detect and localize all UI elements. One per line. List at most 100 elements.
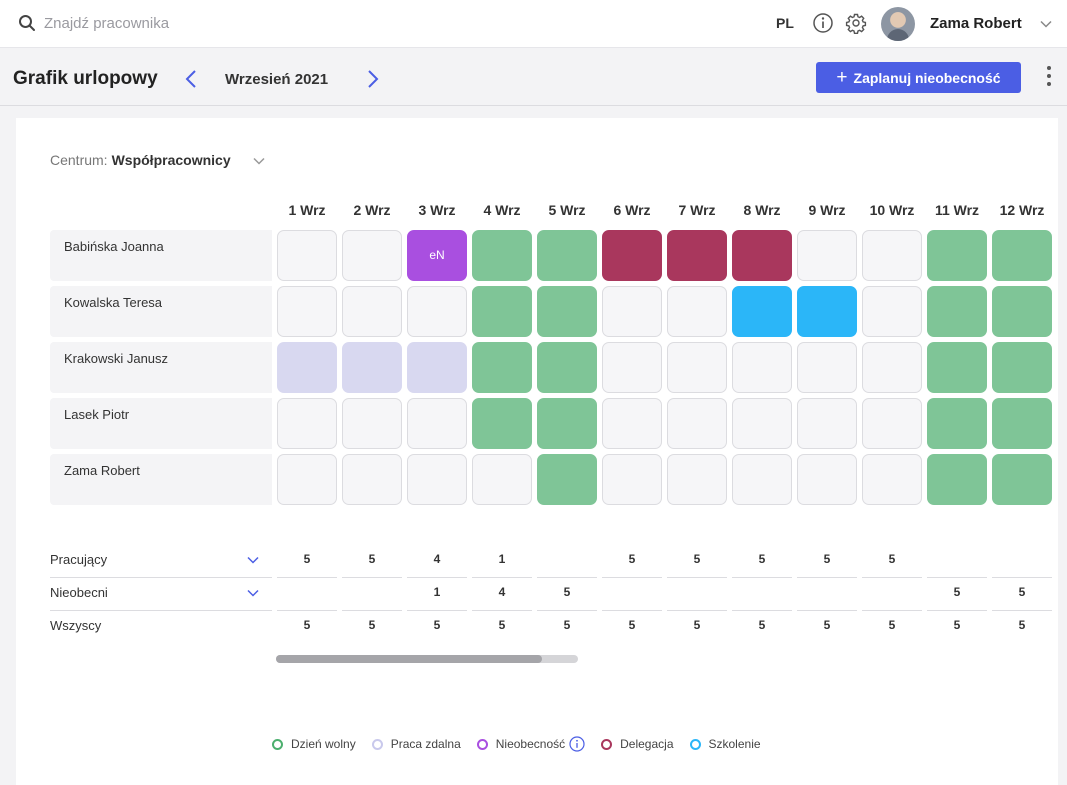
cell-divider <box>862 610 922 611</box>
schedule-cell[interactable] <box>407 342 467 393</box>
day-header: 9 Wrz <box>808 202 846 218</box>
schedule-cell[interactable] <box>992 342 1052 393</box>
avatar[interactable] <box>881 7 915 41</box>
day-header: 8 Wrz <box>743 202 781 218</box>
schedule-cell[interactable] <box>407 398 467 449</box>
user-name[interactable]: Zama Robert <box>930 15 1022 32</box>
schedule-cell[interactable] <box>732 286 792 337</box>
schedule-cell[interactable] <box>927 342 987 393</box>
schedule-cell[interactable] <box>472 230 532 281</box>
legend-dot-icon <box>476 738 488 750</box>
chevron-right-icon[interactable] <box>365 68 381 90</box>
chevron-down-icon[interactable] <box>1039 17 1053 31</box>
cell-divider <box>537 577 597 578</box>
schedule-cell[interactable] <box>797 342 857 393</box>
schedule-cell[interactable] <box>732 454 792 505</box>
schedule-cell[interactable] <box>342 286 402 337</box>
day-header: 12 Wrz <box>999 202 1045 218</box>
summary-value: 5 <box>628 552 636 566</box>
schedule-card: Centrum: Współpracownicy 1 Wrz 2 Wrz 3 Wrz 4… <box>16 118 1058 785</box>
schedule-cell[interactable] <box>277 230 337 281</box>
horizontal-scrollbar[interactable] <box>276 655 578 663</box>
schedule-cell[interactable] <box>927 454 987 505</box>
search-input[interactable] <box>44 10 344 36</box>
schedule-cell[interactable] <box>732 230 792 281</box>
schedule-cell[interactable] <box>342 454 402 505</box>
schedule-cell[interactable] <box>732 398 792 449</box>
schedule-cell[interactable] <box>862 398 922 449</box>
summary-value: 5 <box>693 618 701 632</box>
cell-divider <box>342 577 402 578</box>
schedule-cell[interactable] <box>537 342 597 393</box>
schedule-cell[interactable] <box>927 286 987 337</box>
gear-icon[interactable] <box>845 12 867 34</box>
plan-absence-button[interactable]: + Zaplanuj nieobecność <box>816 62 1021 93</box>
schedule-cell[interactable] <box>537 454 597 505</box>
schedule-cell[interactable] <box>992 454 1052 505</box>
schedule-cell[interactable] <box>277 398 337 449</box>
summary-value: 4 <box>433 552 441 566</box>
schedule-cell[interactable] <box>277 286 337 337</box>
schedule-cell[interactable] <box>472 342 532 393</box>
info-icon[interactable] <box>812 12 834 34</box>
day-header: 10 Wrz <box>869 202 915 218</box>
schedule-cell[interactable] <box>992 398 1052 449</box>
schedule-cell[interactable] <box>667 454 727 505</box>
summary-value: 5 <box>1018 585 1026 599</box>
schedule-cell[interactable] <box>797 286 857 337</box>
schedule-cell[interactable] <box>602 454 662 505</box>
schedule-cell[interactable] <box>732 342 792 393</box>
language-switch[interactable]: PL <box>776 15 794 31</box>
schedule-cell[interactable] <box>277 342 337 393</box>
schedule-cell[interactable]: eN <box>407 230 467 281</box>
cell-divider <box>667 610 727 611</box>
cell-divider <box>927 610 987 611</box>
schedule-cell[interactable] <box>277 454 337 505</box>
schedule-cell[interactable] <box>667 398 727 449</box>
employee-name: Babińska Joanna <box>50 230 272 281</box>
chevron-down-icon[interactable] <box>252 154 266 168</box>
more-options-icon[interactable] <box>1044 66 1054 90</box>
schedule-cell[interactable] <box>407 286 467 337</box>
schedule-cell[interactable] <box>537 230 597 281</box>
schedule-cell[interactable] <box>342 230 402 281</box>
chevron-down-icon[interactable] <box>246 586 260 600</box>
summary-value: 5 <box>433 618 441 632</box>
legend: Dzień wolny Praca zdalna Nieobecność Delega… <box>272 736 777 752</box>
legend-dot-icon <box>272 738 283 750</box>
scrollbar-thumb[interactable] <box>276 655 542 663</box>
schedule-cell[interactable] <box>342 398 402 449</box>
schedule-cell[interactable] <box>472 398 532 449</box>
schedule-cell[interactable] <box>927 230 987 281</box>
schedule-cell[interactable] <box>602 230 662 281</box>
schedule-cell[interactable] <box>992 286 1052 337</box>
schedule-cell[interactable] <box>797 230 857 281</box>
schedule-cell[interactable] <box>537 286 597 337</box>
schedule-cell[interactable] <box>992 230 1052 281</box>
summary-value: 5 <box>303 552 311 566</box>
schedule-cell[interactable] <box>862 286 922 337</box>
chevron-down-icon[interactable] <box>246 553 260 567</box>
schedule-cell[interactable] <box>602 398 662 449</box>
chevron-left-icon[interactable] <box>183 68 199 90</box>
schedule-cell[interactable] <box>407 454 467 505</box>
schedule-cell[interactable] <box>862 342 922 393</box>
schedule-cell[interactable] <box>927 398 987 449</box>
schedule-cell[interactable] <box>667 230 727 281</box>
employee-name: Kowalska Teresa <box>50 286 272 337</box>
schedule-cell[interactable] <box>472 454 532 505</box>
schedule-cell[interactable] <box>342 342 402 393</box>
info-icon[interactable] <box>569 736 585 752</box>
schedule-cell[interactable] <box>862 454 922 505</box>
legend-item: Szkolenie <box>689 737 761 751</box>
schedule-cell[interactable] <box>667 286 727 337</box>
schedule-cell[interactable] <box>602 286 662 337</box>
schedule-cell[interactable] <box>667 342 727 393</box>
schedule-cell[interactable] <box>472 286 532 337</box>
schedule-cell[interactable] <box>862 230 922 281</box>
schedule-cell[interactable] <box>797 398 857 449</box>
centrum-filter[interactable]: Centrum: Współpracownicy <box>50 152 231 168</box>
schedule-cell[interactable] <box>537 398 597 449</box>
schedule-cell[interactable] <box>602 342 662 393</box>
schedule-cell[interactable] <box>797 454 857 505</box>
